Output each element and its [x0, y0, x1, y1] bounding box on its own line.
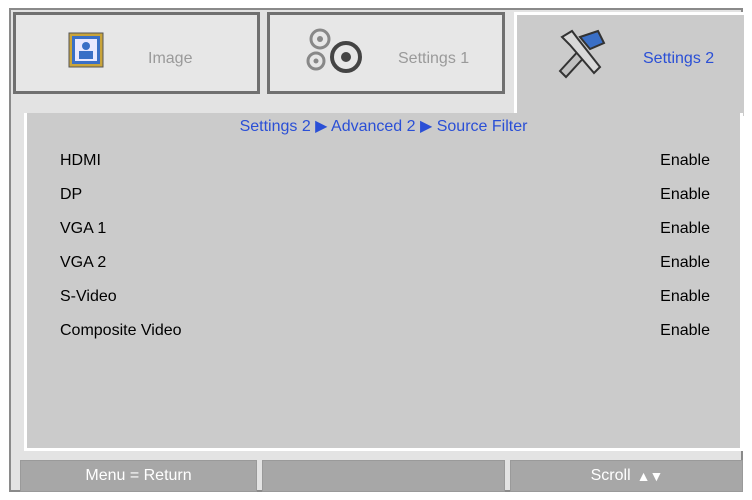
- list-item-s-video[interactable]: S-Video Enable: [60, 284, 710, 310]
- up-down-arrows-icon: ▲▼: [636, 468, 664, 484]
- list-item-hdmi[interactable]: HDMI Enable: [60, 148, 710, 174]
- item-label: VGA 1: [60, 220, 107, 237]
- footer-scroll: Scroll ▲▼: [510, 460, 743, 492]
- list-item-vga1[interactable]: VGA 1 Enable: [60, 216, 710, 242]
- item-value[interactable]: Enable: [660, 186, 710, 204]
- list-item-dp[interactable]: DP Enable: [60, 182, 710, 208]
- tab-settings-1-label: Settings 1: [398, 50, 470, 67]
- item-label: HDMI: [60, 152, 101, 169]
- item-value[interactable]: Enable: [660, 254, 710, 272]
- tab-image[interactable]: Image: [13, 12, 260, 94]
- item-label: VGA 2: [60, 254, 107, 271]
- item-label: S-Video: [60, 288, 117, 305]
- list-item-composite-video[interactable]: Composite Video Enable: [60, 318, 710, 344]
- footer-menu-return: Menu = Return: [20, 460, 257, 492]
- footer-middle: [262, 460, 505, 492]
- gears-icon: [306, 28, 362, 73]
- tab-settings-2[interactable]: Settings 2: [514, 12, 747, 116]
- item-label: Composite Video: [60, 322, 182, 339]
- footer-left-label: Menu = Return: [85, 467, 192, 484]
- item-value[interactable]: Enable: [660, 322, 710, 340]
- tab-settings-2-label: Settings 2: [643, 50, 715, 67]
- tools-icon: [558, 29, 606, 79]
- list-item-vga2[interactable]: VGA 2 Enable: [60, 250, 710, 276]
- image-icon: [68, 32, 104, 68]
- tab-image-label: Image: [148, 50, 193, 67]
- item-value[interactable]: Enable: [660, 152, 710, 170]
- footer-right-label: Scroll: [590, 467, 631, 484]
- tab-settings-1[interactable]: Settings 1: [267, 12, 505, 94]
- item-label: DP: [60, 186, 83, 203]
- item-value[interactable]: Enable: [660, 220, 710, 238]
- item-value[interactable]: Enable: [660, 288, 710, 306]
- breadcrumb: Settings 2 ▶ Advanced 2 ▶ Source Filter: [239, 118, 528, 135]
